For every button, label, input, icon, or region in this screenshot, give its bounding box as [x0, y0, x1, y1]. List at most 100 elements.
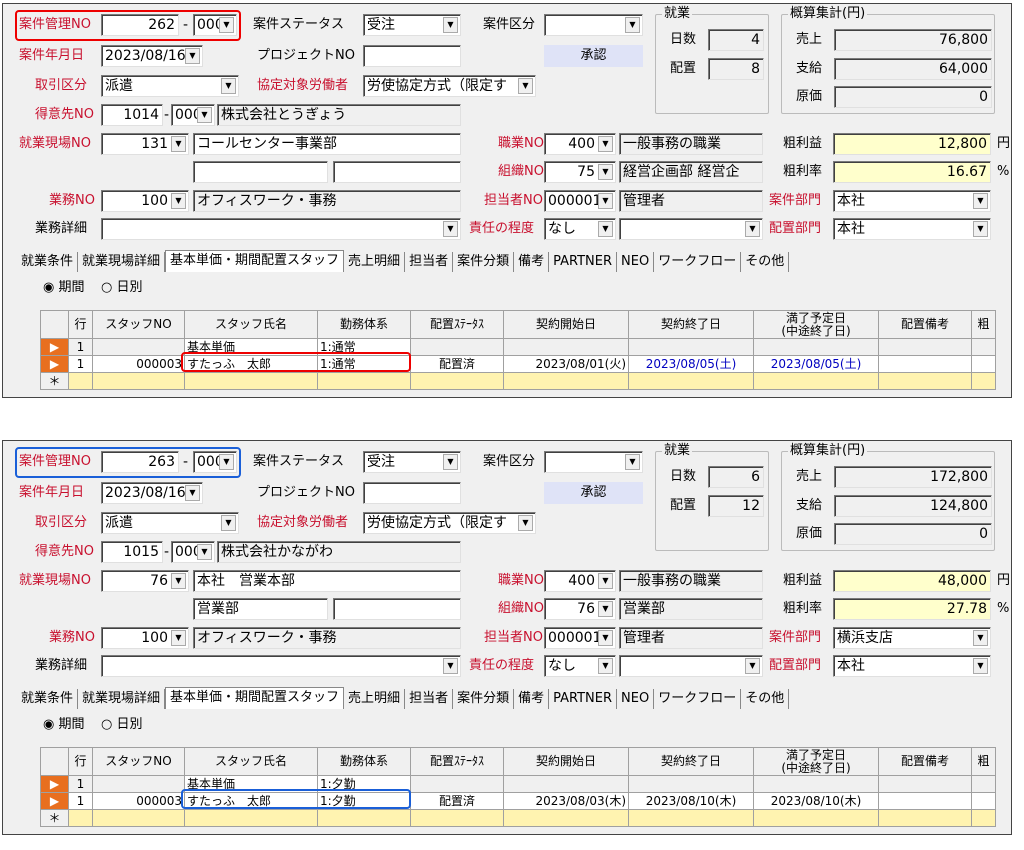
- responsibility-detail-select[interactable]: ▼: [619, 655, 763, 677]
- grid-cell-status[interactable]: 配置済: [410, 792, 504, 810]
- grid-cell-end[interactable]: 2023/08/05(土): [628, 355, 754, 373]
- chevron-down-icon[interactable]: ▼: [598, 658, 613, 674]
- grid-cell-staff-no[interactable]: [92, 338, 185, 356]
- case-status-select[interactable]: 受注 ▼: [363, 451, 461, 473]
- grid-cell-note[interactable]: [878, 355, 972, 373]
- chevron-down-icon[interactable]: ▼: [625, 17, 640, 33]
- grid-cell-status[interactable]: 配置済: [410, 355, 504, 373]
- chevron-down-icon[interactable]: ▼: [171, 573, 186, 589]
- grid-header-cell[interactable]: 配置備考: [878, 310, 972, 339]
- site-extra-field-1[interactable]: [193, 161, 328, 183]
- grid-header-cell[interactable]: 勤務体系: [317, 747, 411, 776]
- client-no-input[interactable]: 1014: [101, 104, 163, 126]
- tab-8[interactable]: NEO: [617, 252, 655, 272]
- grid-cell-end[interactable]: [628, 775, 754, 793]
- chevron-down-icon[interactable]: ▼: [598, 630, 613, 646]
- grid-cell-expiry[interactable]: 2023/08/10(木): [753, 792, 879, 810]
- case-date-input[interactable]: 2023/08/16 ▼: [101, 482, 203, 504]
- org-no-input[interactable]: 76 ▼: [544, 598, 616, 620]
- new-row[interactable]: ＊: [40, 809, 996, 827]
- approve-button[interactable]: 承認: [544, 482, 643, 504]
- chevron-down-icon[interactable]: ▼: [745, 221, 760, 237]
- tab-0[interactable]: 就業条件: [17, 689, 79, 709]
- grid-cell-row[interactable]: 1: [68, 775, 93, 793]
- chevron-down-icon[interactable]: ▼: [518, 515, 533, 531]
- grid-header-cell[interactable]: 契約終了日: [628, 310, 754, 339]
- new-row-cell[interactable]: [753, 809, 879, 827]
- chevron-down-icon[interactable]: ▼: [625, 454, 640, 470]
- tab-6[interactable]: 備考: [514, 252, 550, 272]
- site-name-field[interactable]: 本社 営業本部: [193, 570, 461, 592]
- grid-header-cell[interactable]: 行: [68, 747, 93, 776]
- tab-5[interactable]: 案件分類: [453, 689, 515, 709]
- grid-cell-start[interactable]: 2023/08/01(火): [503, 355, 629, 373]
- radio-daily[interactable]: ○ 日別: [101, 279, 143, 297]
- grid-header-cell[interactable]: スタッフNO: [92, 310, 185, 339]
- grid-cell-end[interactable]: [628, 338, 754, 356]
- chevron-down-icon[interactable]: ▼: [973, 221, 988, 237]
- grid-cell-note[interactable]: [878, 775, 972, 793]
- grid-cell-status[interactable]: [410, 338, 504, 356]
- case-type-select[interactable]: ▼: [544, 451, 643, 473]
- client-no-input[interactable]: 1015: [101, 541, 163, 563]
- work-detail-select[interactable]: ▼: [101, 655, 461, 677]
- grid-cell-status[interactable]: [410, 775, 504, 793]
- chevron-down-icon[interactable]: ▼: [598, 601, 613, 617]
- new-row-cell[interactable]: [317, 809, 411, 827]
- site-extra-field-2[interactable]: [333, 598, 461, 620]
- work-no-input[interactable]: 100 ▼: [101, 190, 189, 212]
- grid-header-cell[interactable]: 行: [68, 310, 93, 339]
- new-row-cell[interactable]: [68, 372, 93, 390]
- grid-header-cell[interactable]: 契約開始日: [503, 747, 629, 776]
- grid-cell-end[interactable]: 2023/08/10(木): [628, 792, 754, 810]
- chevron-down-icon[interactable]: ▼: [598, 164, 613, 180]
- site-no-input[interactable]: 76 ▼: [101, 570, 189, 592]
- grid-cell-staff-no[interactable]: [92, 775, 185, 793]
- grid-header-cell[interactable]: 粗: [971, 747, 996, 776]
- trade-type-select[interactable]: 派遣 ▼: [101, 75, 239, 97]
- chevron-down-icon[interactable]: ▼: [197, 544, 212, 560]
- case-dept-select[interactable]: 横浜支店 ▼: [833, 627, 991, 649]
- tab-0[interactable]: 就業条件: [17, 252, 79, 272]
- case-date-input[interactable]: 2023/08/16 ▼: [101, 45, 203, 67]
- grid-header-cell[interactable]: スタッフ氏名: [184, 310, 318, 339]
- tab-7[interactable]: PARTNER: [549, 689, 618, 709]
- chevron-down-icon[interactable]: ▼: [973, 193, 988, 209]
- tab-8[interactable]: NEO: [617, 689, 655, 709]
- project-no-input[interactable]: [363, 45, 461, 67]
- grid-header-cell[interactable]: 契約開始日: [503, 310, 629, 339]
- grid-header-cell[interactable]: 契約終了日: [628, 747, 754, 776]
- org-no-input[interactable]: 75 ▼: [544, 161, 616, 183]
- chevron-down-icon[interactable]: ▼: [443, 658, 458, 674]
- row-pointer-icon[interactable]: ▶: [40, 338, 69, 356]
- grid-header-cell[interactable]: 配置ｽﾃｰﾀｽ: [410, 310, 504, 339]
- chevron-down-icon[interactable]: ▼: [745, 658, 760, 674]
- tab-9[interactable]: ワークフロー: [654, 689, 742, 709]
- grid-header-cell[interactable]: 満了予定日 (中途終了日): [753, 747, 879, 776]
- tab-1[interactable]: 就業現場詳細: [78, 252, 166, 272]
- new-row-cell[interactable]: [92, 809, 185, 827]
- job-no-input[interactable]: 400 ▼: [544, 570, 616, 592]
- row-pointer-icon[interactable]: ▶: [40, 775, 69, 793]
- tab-6[interactable]: 備考: [514, 689, 550, 709]
- grid-cell-gross[interactable]: [971, 775, 996, 793]
- new-row-cell[interactable]: [184, 809, 318, 827]
- chevron-down-icon[interactable]: ▼: [598, 573, 613, 589]
- new-row-cell[interactable]: [971, 809, 996, 827]
- staff-no-select[interactable]: 000001 ▼: [544, 627, 616, 649]
- grid-cell-gross[interactable]: [971, 355, 996, 373]
- tab-4[interactable]: 担当者: [405, 252, 454, 272]
- grid-cell-staff-no[interactable]: 000003: [92, 355, 185, 373]
- tab-2[interactable]: 基本単価・期間配置スタッフ: [165, 687, 345, 709]
- new-row-cell[interactable]: [628, 372, 754, 390]
- trade-type-select[interactable]: 派遣 ▼: [101, 512, 239, 534]
- staff-no-select[interactable]: 000001 ▼: [544, 190, 616, 212]
- chevron-down-icon[interactable]: ▼: [171, 136, 186, 152]
- grid-cell-note[interactable]: [878, 338, 972, 356]
- grid-cell-expiry[interactable]: [753, 338, 879, 356]
- tab-2[interactable]: 基本単価・期間配置スタッフ: [165, 250, 345, 272]
- job-no-input[interactable]: 400 ▼: [544, 133, 616, 155]
- radio-period[interactable]: ◉ 期間: [43, 716, 85, 734]
- radio-period[interactable]: ◉ 期間: [43, 279, 85, 297]
- grid-cell-gross[interactable]: [971, 338, 996, 356]
